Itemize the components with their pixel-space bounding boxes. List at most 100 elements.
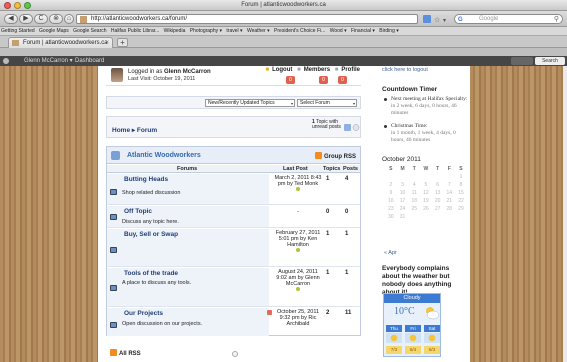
logged-in-text: Logged in as Glenn McCarron bbox=[128, 69, 211, 75]
notification-badge[interactable]: 0 bbox=[286, 76, 295, 84]
calendar-day: 31 bbox=[399, 214, 406, 220]
forward-button[interactable]: ▶ bbox=[19, 14, 33, 24]
weekday-label: W bbox=[423, 166, 429, 172]
go-to-post-icon[interactable] bbox=[296, 248, 300, 252]
weather-widget: Cloudy 10°C Thu Fri Sat 7/3 6/4 6/3 bbox=[383, 293, 441, 357]
bookmark-item[interactable]: Photography ▾ bbox=[190, 28, 222, 34]
calendar-day: 17 bbox=[399, 198, 406, 204]
all-rss-link[interactable]: All RSS bbox=[110, 349, 141, 357]
recent-topics-value: New/Recently Updated Topics bbox=[208, 100, 275, 106]
forum-posts: 1 bbox=[345, 231, 349, 237]
forum-group-title[interactable]: Atlantic Woodworkers bbox=[127, 152, 201, 159]
calendar-day: 27 bbox=[434, 206, 441, 212]
browser-toolbar: ◀ ▶ C ⊗ ⌂ http://atlanticwoodworkers.ca/… bbox=[0, 11, 567, 27]
go-to-post-icon[interactable] bbox=[296, 187, 300, 191]
bookmark-item[interactable]: Google Search bbox=[73, 28, 106, 34]
calendar-day: 30 bbox=[388, 214, 394, 220]
forecast-days: Thu Fri Sat bbox=[386, 325, 440, 332]
search-input[interactable]: G Google ⚲ bbox=[454, 14, 563, 24]
forum-row: Butting Heads Shop related discussion Ma… bbox=[107, 174, 360, 205]
bookmark-item[interactable]: Google Maps bbox=[39, 28, 69, 34]
close-tab-icon[interactable]: × bbox=[105, 38, 109, 48]
sidebar-logout-link[interactable]: click here to logout bbox=[382, 67, 428, 73]
select-forum-dropdown[interactable]: Select Forum ▾ bbox=[297, 99, 357, 107]
wood-background-right bbox=[470, 66, 567, 362]
forum-posts: 1 bbox=[345, 270, 349, 276]
admin-search-button[interactable]: Search bbox=[535, 57, 565, 65]
wood-background-left bbox=[0, 66, 98, 362]
logout-link[interactable]: Logout bbox=[272, 67, 292, 73]
mark-read-icon[interactable] bbox=[344, 123, 360, 132]
bookmark-item[interactable]: travel ▾ bbox=[226, 28, 242, 34]
countdown-value: in 2 week, 6 days, 0 hours, 46 minutes bbox=[391, 103, 457, 116]
calendar-day: 28 bbox=[446, 206, 453, 212]
last-post-text: - bbox=[297, 209, 299, 215]
group-rss-link[interactable]: Group RSS bbox=[314, 152, 356, 160]
members-link[interactable]: Members bbox=[304, 67, 330, 73]
admin-search-input[interactable] bbox=[511, 57, 533, 65]
rss-feed-icon[interactable]: ☆ ▾ bbox=[422, 14, 450, 24]
last-post-text: October 25, 2011 9:32 pm by Ric Archibal… bbox=[276, 309, 320, 327]
go-to-post-icon[interactable] bbox=[296, 287, 300, 291]
user-name[interactable]: Glenn McCarron bbox=[164, 69, 211, 75]
calendar-day bbox=[455, 213, 467, 221]
reload-button[interactable]: C bbox=[34, 14, 48, 24]
forum-name[interactable]: Tools of the trade bbox=[124, 270, 178, 277]
calendar-prev-link[interactable]: « Apr bbox=[384, 250, 397, 256]
tab-forum[interactable]: Forum | atlanticwoodworkers.ca × bbox=[8, 37, 113, 48]
unread-topics-link[interactable]: 1 Topic with unread posts bbox=[312, 120, 341, 130]
calendar-day: 19 bbox=[423, 198, 429, 204]
chevron-down-icon: ▾ bbox=[290, 101, 293, 106]
notification-badge[interactable]: 0 bbox=[319, 76, 328, 84]
admin-user-menu[interactable]: Glenn McCarron ▾ bbox=[24, 56, 73, 66]
forum-topics: 2 bbox=[326, 310, 330, 316]
bookmark-item[interactable]: Financial ▾ bbox=[351, 28, 375, 34]
dashboard-link[interactable]: Dashboard bbox=[75, 56, 104, 66]
countdown-item: Christmas Time: in 1 month, 1 week, 4 da… bbox=[384, 123, 468, 144]
forum-name[interactable]: Buy, Sell or Swap bbox=[124, 231, 178, 238]
calendar-day: 15 bbox=[458, 190, 464, 196]
page-scrollbar[interactable] bbox=[563, 66, 567, 362]
bookmarks-bar: Getting Started Google Maps Google Searc… bbox=[0, 27, 567, 36]
last-post-text: February 27, 2011 5:01 pm by Ken Hamilto… bbox=[275, 230, 321, 248]
calendar-day bbox=[420, 173, 432, 181]
calendar-week: 1 bbox=[385, 173, 467, 181]
stop-button[interactable]: ⊗ bbox=[49, 14, 63, 24]
last-post-text: March 2, 2011 8:43 pm by Ted Monk bbox=[274, 175, 322, 187]
bookmark-item[interactable]: Birding ▾ bbox=[379, 28, 398, 34]
calendar-day bbox=[408, 173, 420, 181]
recent-topics-select[interactable]: New/Recently Updated Topics ▾ bbox=[205, 99, 295, 107]
calendar-day: 13 bbox=[434, 190, 441, 196]
wordpress-logo-icon[interactable] bbox=[3, 58, 9, 64]
calendar-day: 11 bbox=[411, 190, 417, 196]
svg-text:▾: ▾ bbox=[443, 18, 446, 24]
bookmark-item[interactable]: President's Choice Fi... bbox=[274, 28, 325, 34]
calendar-day: 7 bbox=[447, 182, 451, 188]
breadcrumb[interactable]: Home ▸ Forum bbox=[112, 126, 157, 134]
svg-text:☆: ☆ bbox=[434, 16, 440, 24]
calendar-day: 4 bbox=[412, 182, 416, 188]
notification-badge[interactable]: 0 bbox=[338, 76, 347, 84]
forum-name[interactable]: Off Topic bbox=[124, 208, 152, 215]
profile-link[interactable]: Profile bbox=[341, 67, 360, 73]
bookmark-item[interactable]: Wood ▾ bbox=[330, 28, 347, 34]
bookmark-item[interactable]: Wikipedia bbox=[164, 28, 186, 34]
weather-temperature: 10°C bbox=[394, 306, 415, 317]
bookmark-item[interactable]: Weather ▾ bbox=[247, 28, 270, 34]
home-button[interactable]: ⌂ bbox=[64, 14, 74, 24]
calendar-day: 10 bbox=[399, 190, 406, 196]
new-tab-button[interactable]: + bbox=[117, 38, 128, 47]
bookmark-item[interactable]: Getting Started bbox=[1, 28, 35, 34]
back-button[interactable]: ◀ bbox=[4, 14, 18, 24]
forum-posts: 4 bbox=[345, 176, 349, 182]
tab-strip: Forum | atlanticwoodworkers.ca × + bbox=[0, 36, 567, 48]
select-forum-value: Select Forum bbox=[300, 100, 330, 106]
search-icon[interactable]: ⚲ bbox=[554, 15, 559, 24]
bookmark-item[interactable]: Halifax Public Librar... bbox=[111, 28, 159, 34]
countdown-item: Next meeting at Halifax Specialty: in 2 … bbox=[384, 96, 468, 117]
forum-name[interactable]: Our Projects bbox=[124, 310, 163, 317]
forum-name[interactable]: Butting Heads bbox=[124, 176, 168, 183]
scroll-indicator-icon[interactable] bbox=[232, 351, 238, 357]
url-field[interactable]: http://atlanticwoodworkers.ca/forum/ bbox=[76, 14, 418, 24]
weekday-label: T bbox=[412, 166, 416, 172]
